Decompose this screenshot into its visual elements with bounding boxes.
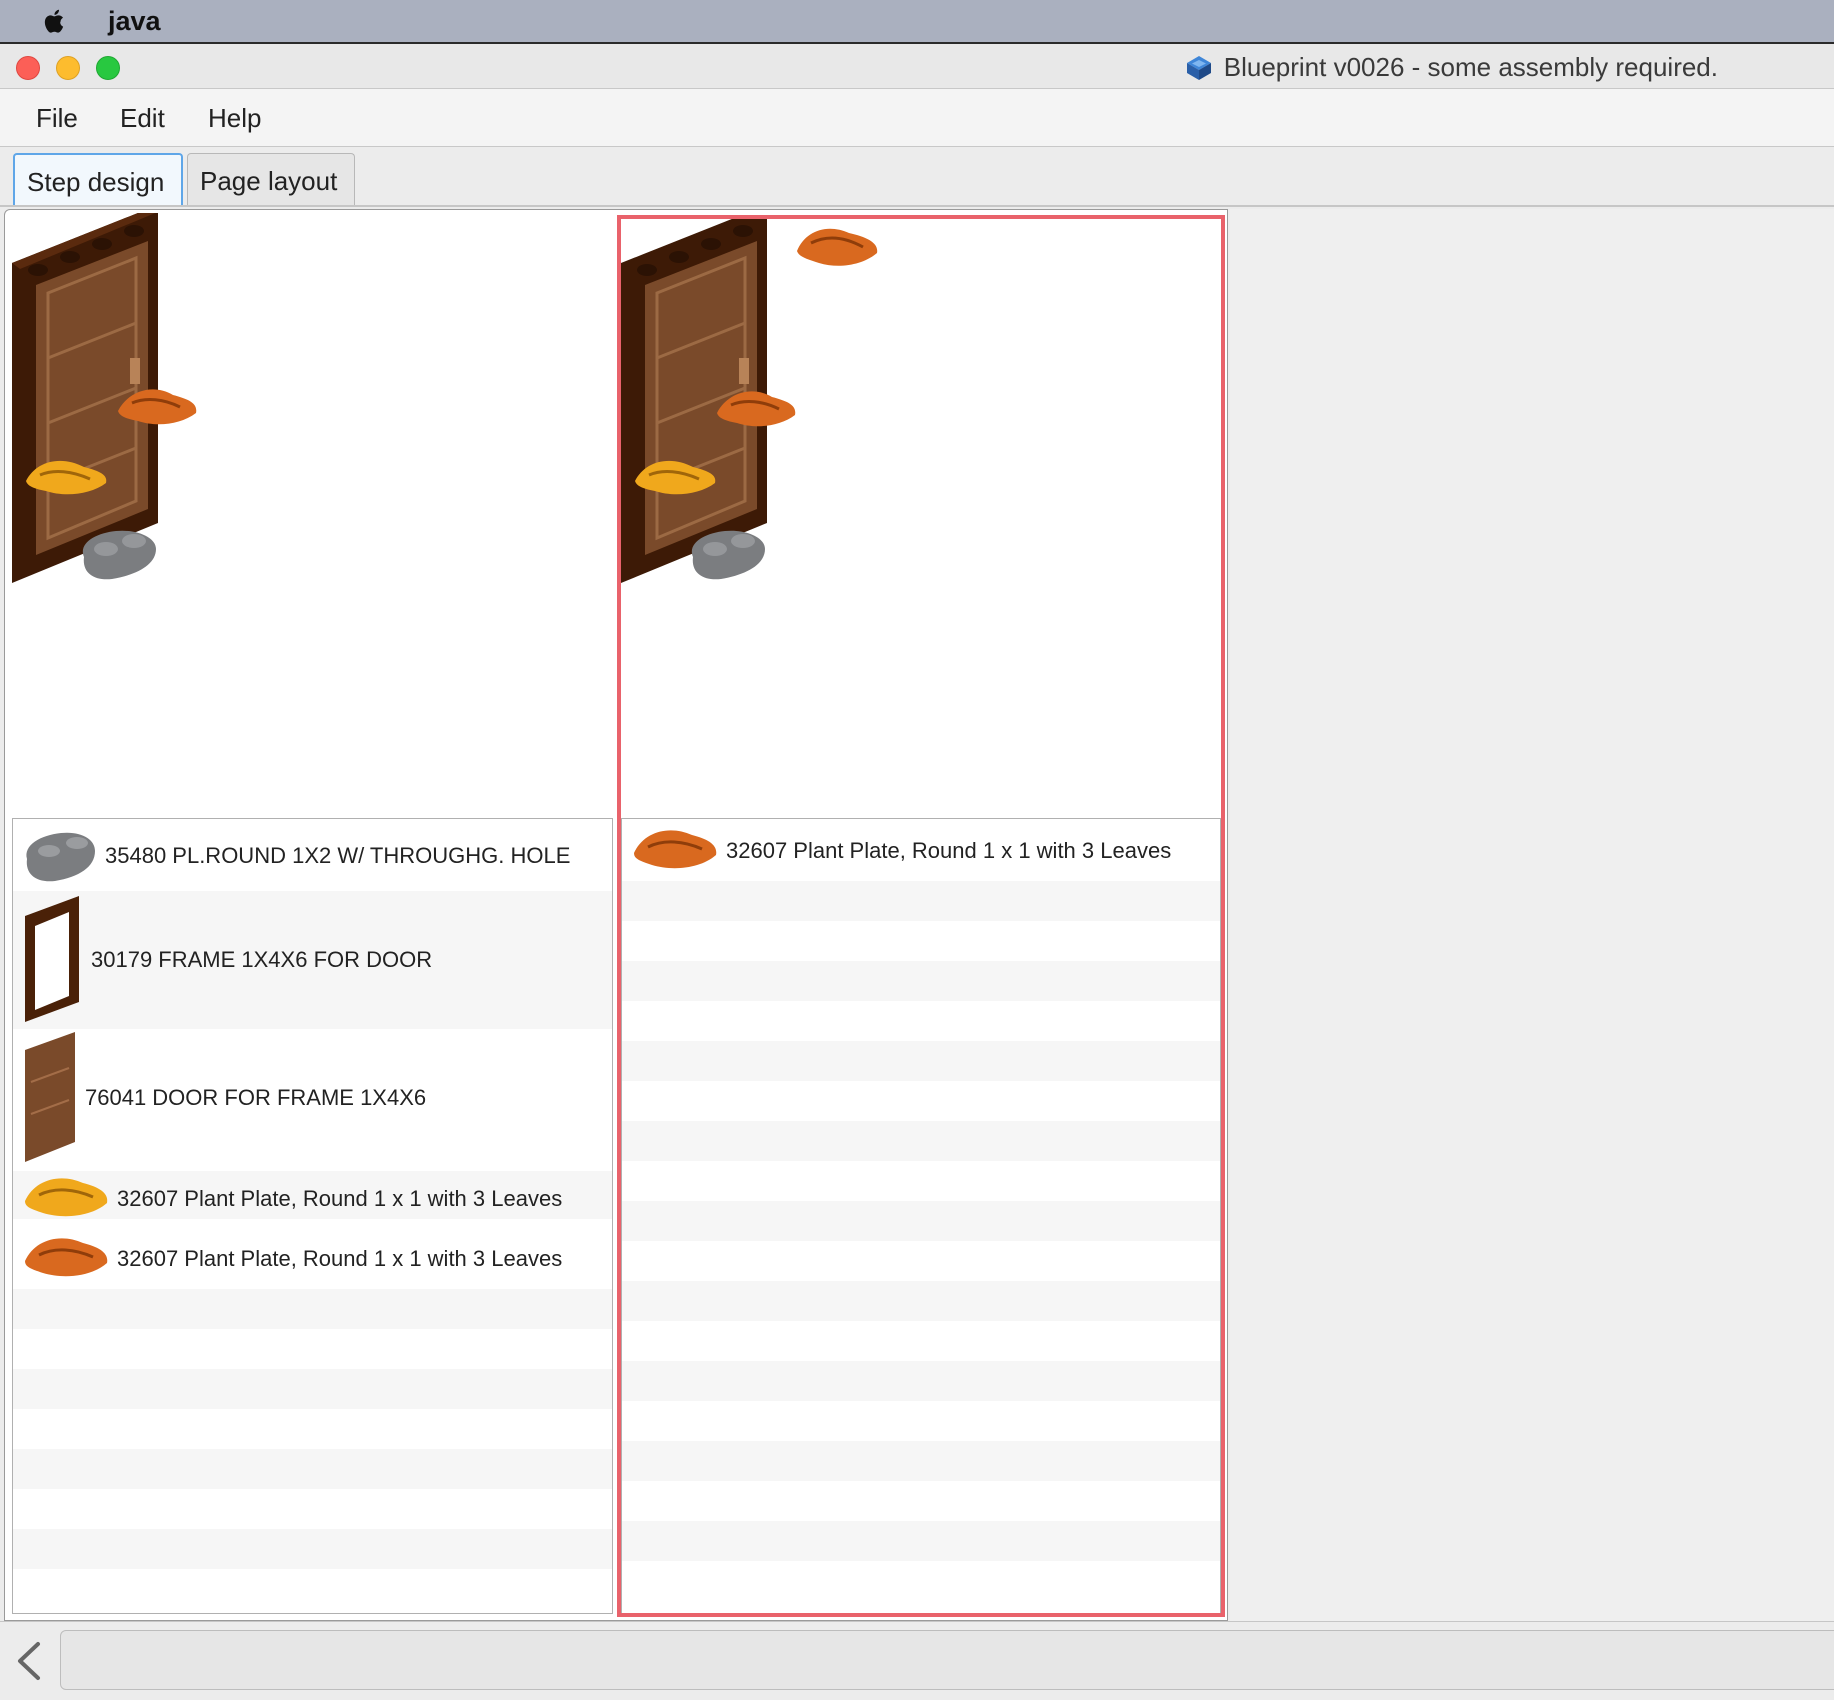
list-item[interactable]: 35480 PL.ROUND 1X2 W/ THROUGHG. HOLE (23, 827, 570, 885)
apple-logo-icon[interactable] (40, 6, 70, 36)
minimize-window-button[interactable] (56, 56, 80, 80)
part-label: 35480 PL.ROUND 1X2 W/ THROUGHG. HOLE (105, 843, 571, 868)
door-icon (25, 1032, 75, 1162)
close-window-button[interactable] (16, 56, 40, 80)
menu-edit[interactable]: Edit (120, 103, 165, 134)
step-2-assembly-image (621, 205, 878, 583)
part-label: 32607 Plant Plate, Round 1 x 1 with 3 Le… (117, 1186, 563, 1211)
empty-canvas-area (1230, 209, 1834, 1621)
list-item[interactable]: 76041 DOOR FOR FRAME 1X4X6 (23, 1031, 426, 1165)
app-name[interactable]: java (108, 6, 161, 37)
step-2-parts-list[interactable]: 32607 Plant Plate, Round 1 x 1 with 3 Le… (621, 818, 1221, 1614)
window-titlebar: Blueprint v0026 - some assembly required… (0, 44, 1834, 89)
tab-step-design[interactable]: Step design (13, 153, 183, 205)
menu-help[interactable]: Help (208, 103, 261, 134)
list-item[interactable]: 30179 FRAME 1X4X6 FOR DOOR (23, 895, 432, 1025)
menu-file[interactable]: File (36, 103, 78, 134)
part-label: 32607 Plant Plate, Round 1 x 1 with 3 Le… (726, 838, 1172, 863)
part-label: 76041 DOOR FOR FRAME 1X4X6 (85, 1085, 427, 1110)
plant-leaves-orange-icon (25, 1238, 108, 1277)
zoom-window-button[interactable] (96, 56, 120, 80)
step-1-preview[interactable] (8, 205, 613, 817)
step-navigator-strip[interactable] (60, 1630, 1834, 1690)
tab-bar: Step design Page layout (0, 147, 1834, 207)
plant-leaves-orange-icon (634, 830, 717, 869)
bottom-bar (0, 1621, 1834, 1700)
app-menu-bar: File Edit Help (0, 89, 1834, 147)
list-item[interactable]: 32607 Plant Plate, Round 1 x 1 with 3 Le… (23, 1171, 562, 1227)
list-item[interactable]: 32607 Plant Plate, Round 1 x 1 with 3 Le… (632, 823, 1171, 879)
window-title-text: Blueprint v0026 - some assembly required… (1223, 52, 1718, 82)
step-1-parts-list[interactable]: 35480 PL.ROUND 1X2 W/ THROUGHG. HOLE 301… (12, 818, 613, 1614)
window-title: Blueprint v0026 - some assembly required… (1184, 52, 1718, 83)
step-1-assembly-image (12, 205, 197, 583)
chevron-left-icon[interactable] (10, 1636, 50, 1686)
part-label: 30179 FRAME 1X4X6 FOR DOOR (91, 947, 433, 972)
round-plate-icon (26, 832, 95, 882)
step-2-preview[interactable] (621, 205, 1221, 817)
list-item[interactable]: 32607 Plant Plate, Round 1 x 1 with 3 Le… (23, 1231, 562, 1287)
door-frame-icon (25, 896, 79, 1022)
blueprint-app-icon (1186, 55, 1211, 80)
plant-leaves-yellow-icon (25, 1178, 108, 1217)
system-menubar: java (0, 0, 1834, 44)
part-label: 32607 Plant Plate, Round 1 x 1 with 3 Le… (117, 1246, 563, 1271)
tab-page-layout[interactable]: Page layout (187, 153, 355, 205)
